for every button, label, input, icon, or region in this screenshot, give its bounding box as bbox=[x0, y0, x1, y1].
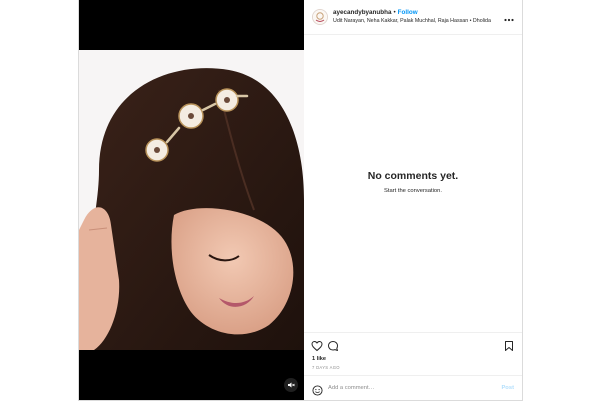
like-count[interactable]: 1 like bbox=[312, 356, 326, 362]
comment-input[interactable] bbox=[328, 382, 488, 394]
more-horizontal-icon bbox=[504, 18, 514, 22]
emoji-button[interactable] bbox=[312, 383, 323, 396]
empty-title: No comments yet. bbox=[367, 170, 459, 182]
empty-subtitle: Start the conversation. bbox=[383, 188, 442, 194]
username-link[interactable]: ayecandybyanubha bbox=[333, 9, 391, 16]
avatar[interactable] bbox=[312, 9, 328, 25]
post-timestamp[interactable]: 7 DAYS AGO bbox=[312, 365, 340, 370]
more-options-button[interactable] bbox=[504, 11, 514, 22]
audio-attribution[interactable]: Udit Narayan, Neha Kakkar, Palak Muchhal… bbox=[333, 18, 491, 24]
separator-dot: • bbox=[393, 9, 396, 16]
post-media[interactable] bbox=[79, 0, 304, 400]
comment-bubble-icon bbox=[328, 341, 338, 351]
video-frame bbox=[79, 50, 304, 350]
photo-illustration bbox=[79, 50, 304, 350]
comment-button[interactable] bbox=[327, 339, 339, 351]
post-header: ayecandybyanubha • Follow Udit Narayan, Ne… bbox=[304, 0, 522, 35]
save-button[interactable] bbox=[503, 339, 515, 351]
post-comment-button[interactable]: Post bbox=[501, 385, 514, 391]
post-details-panel: ayecandybyanubha • Follow Udit Narayan, Ne… bbox=[304, 0, 522, 400]
comment-composer: Post bbox=[304, 375, 522, 401]
like-button[interactable] bbox=[311, 339, 323, 352]
mute-button[interactable] bbox=[284, 378, 298, 392]
post-modal: ayecandybyanubha • Follow Udit Narayan, Ne… bbox=[79, 0, 522, 400]
emoji-icon bbox=[312, 385, 323, 396]
bookmark-icon bbox=[505, 341, 513, 351]
avatar-logo-icon bbox=[313, 10, 327, 24]
follow-button[interactable]: Follow bbox=[398, 9, 418, 16]
heart-icon bbox=[311, 340, 323, 352]
comments-empty-state: No comments yet. Start the conversation. bbox=[304, 170, 522, 194]
speaker-muted-icon bbox=[288, 382, 295, 388]
